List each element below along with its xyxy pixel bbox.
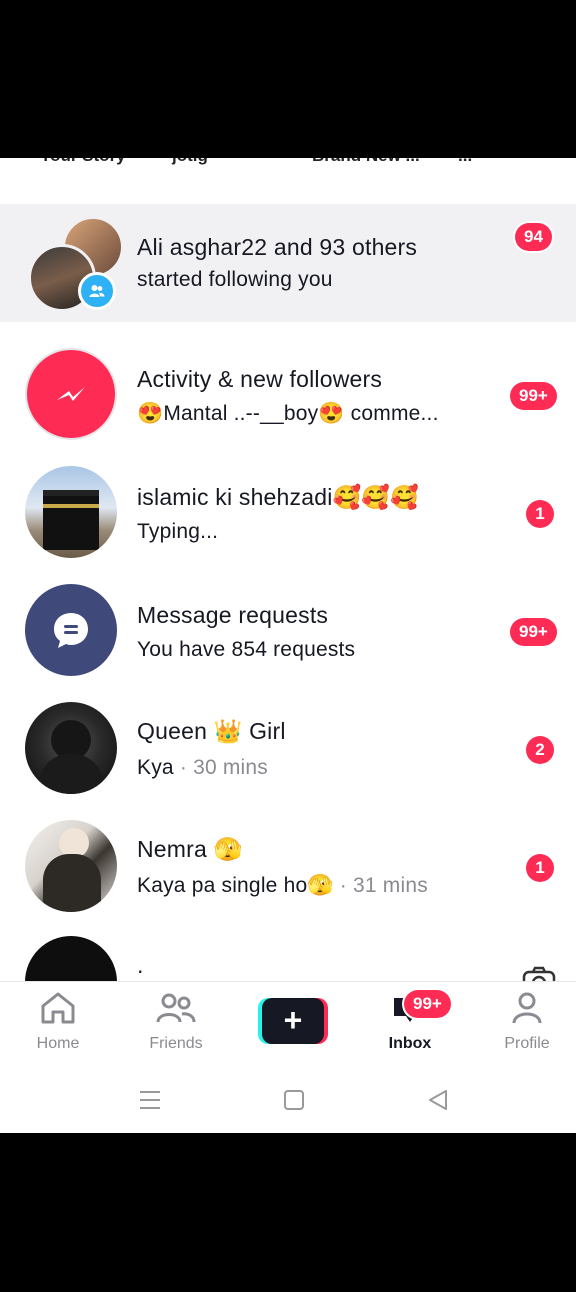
preview-text: Kaya pa single ho🫣 [137,874,334,897]
stories-strip[interactable]: Your Story jotig Brand New ... ... [0,158,576,204]
tab-inbox[interactable]: Inbox 99+ [360,990,460,1053]
tab-label: Inbox [388,1035,432,1052]
home-icon [41,992,75,1024]
story-label[interactable]: Brand New ... [312,158,420,166]
followers-subtitle: started following you [137,268,333,291]
tab-friends[interactable]: Friends [126,990,226,1053]
inbox-screen: Your Story jotig Brand New ... ... Ali a… [0,158,576,1133]
tab-home[interactable]: Home [8,990,108,1053]
menu-icon[interactable] [138,1088,162,1112]
friends-icon [156,993,196,1023]
preview-text: Kya [137,756,174,779]
message-time: · 30 mins [179,756,269,779]
tab-profile[interactable]: Profile [477,990,576,1053]
message-requests-row[interactable]: Message requests You have 854 requests 9… [0,572,576,690]
unread-badge: 1 [526,854,554,882]
conversation-row[interactable]: Queen 👑 Girl Kya · 30 mins 2 [0,690,576,808]
conversation-row[interactable]: Nemra 🫣 Kaya pa single ho🫣 · 31 mins 1 [0,808,576,926]
story-label[interactable]: ... [458,158,472,166]
activity-badge: 99+ [510,382,557,410]
message-preview: Kya · 30 mins [137,756,268,780]
inbox-badge: 99+ [404,990,451,1018]
conversation-row[interactable]: islamic ki shehzadi🥰🥰🥰 Typing... 1 [0,454,576,572]
contact-avatar [25,466,117,558]
tab-label: Profile [504,1035,550,1052]
followers-badge: 94 [515,223,552,251]
message-requests-icon [25,584,117,676]
message-time: · 31 mins [339,874,428,897]
tab-label: Home [36,1035,80,1052]
requests-subtitle: You have 854 requests [137,638,356,661]
system-nav-bar [0,1068,576,1133]
contact-name: . [137,952,144,978]
requests-badge: 99+ [510,618,557,646]
contact-name: Nemra 🫣 [137,836,243,862]
new-followers-notification[interactable]: Ali asghar22 and 93 others started follo… [0,204,576,322]
follower-avatar-stack [28,216,124,312]
create-button[interactable]: + [258,998,328,1044]
plus-icon: + [262,998,324,1044]
contact-avatar [25,820,117,912]
message-preview: Typing... [137,520,219,543]
contact-avatar [25,702,117,794]
activity-subtitle: 😍Mantal ..--__boy😍 comme... [137,402,439,425]
camera-icon[interactable] [522,964,556,982]
story-label[interactable]: jotig [172,158,208,166]
back-icon[interactable] [426,1088,450,1112]
contact-avatar [25,936,117,982]
contact-name: Queen 👑 Girl [137,718,286,744]
bottom-tab-bar: Home Friends + Inbox 99+ Profile [0,981,576,1068]
tab-label: Friends [149,1035,203,1052]
unread-badge: 2 [526,736,554,764]
unread-badge: 1 [526,500,554,528]
message-preview: Kaya pa single ho🫣 · 31 mins [137,874,428,898]
story-label[interactable]: Your Story [40,158,126,166]
kaaba-image [43,490,99,550]
followers-icon [78,272,116,310]
followers-title: Ali asghar22 and 93 others [137,234,418,260]
activity-row[interactable]: Activity & new followers 😍Mantal ..--__b… [0,336,576,454]
profile-icon [512,992,542,1024]
activity-icon [25,348,117,440]
conversation-row[interactable]: . [0,926,576,982]
contact-name: islamic ki shehzadi🥰🥰🥰 [137,484,420,510]
requests-title: Message requests [137,602,329,628]
home-square-icon[interactable] [283,1089,305,1111]
activity-title: Activity & new followers [137,366,383,392]
